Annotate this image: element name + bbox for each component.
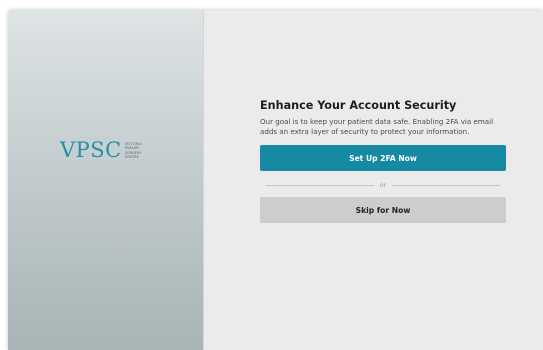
page-title: Enhance Your Account Security <box>260 99 457 112</box>
setup-2fa-button[interactable]: Set Up 2FA Now <box>260 145 506 171</box>
or-divider: or <box>260 181 506 189</box>
divider-label: or <box>379 181 387 189</box>
vpsc-logo: VPSC VICTORIA PARADE SURGERY CENTRE <box>60 140 142 161</box>
logo-subtitle: VICTORIA PARADE SURGERY CENTRE <box>125 142 142 158</box>
app-window: VPSC VICTORIA PARADE SURGERY CENTRE Enha… <box>8 10 543 350</box>
description-text: Our goal is to keep your patient data sa… <box>260 117 494 136</box>
logo-mark: VPSC <box>60 138 122 162</box>
divider-line-left <box>266 184 374 186</box>
brand-panel: VPSC VICTORIA PARADE SURGERY CENTRE <box>8 10 204 350</box>
divider-line-right <box>392 184 500 186</box>
logo-sub-line: CENTRE <box>124 154 139 159</box>
security-prompt: Enhance Your Account Security Our goal i… <box>260 99 506 223</box>
content-panel: Enhance Your Account Security Our goal i… <box>204 10 543 350</box>
skip-button[interactable]: Skip for Now <box>260 197 506 223</box>
